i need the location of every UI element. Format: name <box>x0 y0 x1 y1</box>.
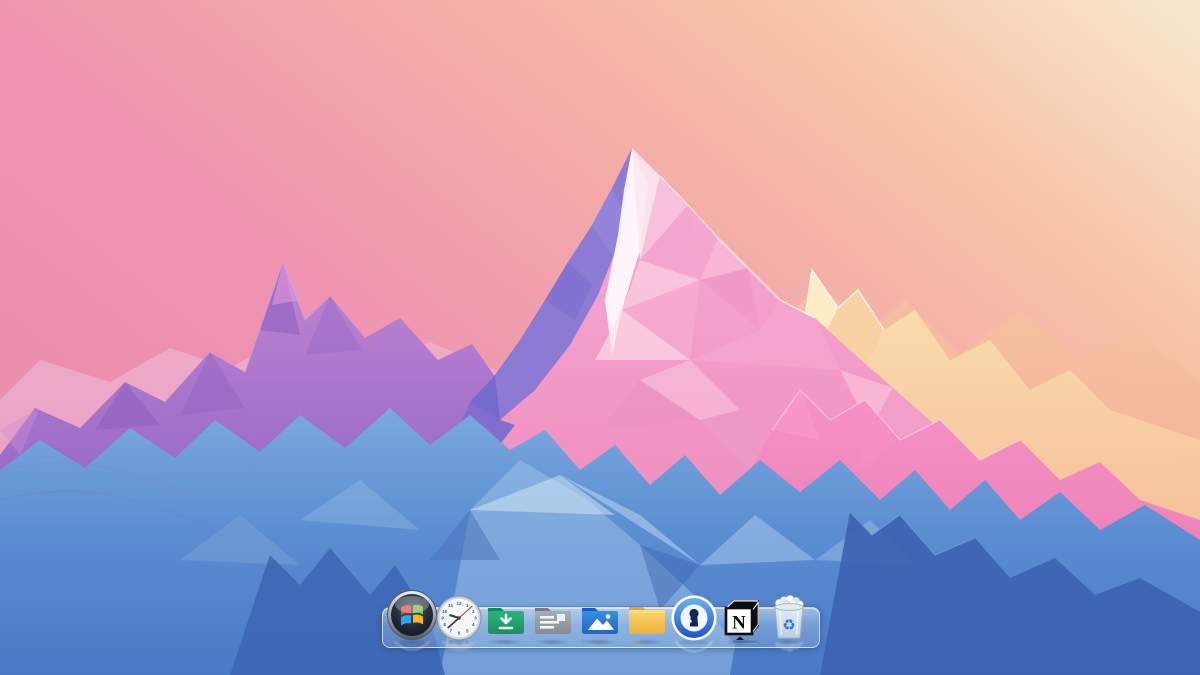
dock-item-folder[interactable] <box>624 587 671 641</box>
recycle-bin-full-icon: ♻ <box>769 594 809 641</box>
running-indicator <box>736 637 744 641</box>
svg-text:11: 11 <box>448 603 453 608</box>
svg-text:2: 2 <box>472 609 475 614</box>
svg-text:1: 1 <box>466 603 469 608</box>
notion-icon: N <box>718 591 764 641</box>
svg-text:9: 9 <box>441 616 444 621</box>
desktop: 12 12 345 678 9 1011 12 12 345 678 9 1011 <box>0 0 1200 675</box>
svg-text:8: 8 <box>443 622 446 627</box>
analog-clock-icon: 12 12 345 678 9 1011 <box>436 595 482 641</box>
svg-text:12: 12 <box>456 601 462 606</box>
dock-item-recycle-bin[interactable]: ♻ ♻ <box>765 587 812 641</box>
dock-item-windows-start[interactable] <box>388 587 435 641</box>
folder-icon <box>625 597 669 641</box>
1password-icon <box>671 595 717 641</box>
dock-item-clock[interactable]: 12 12 345 678 9 1011 12 12 345 678 9 1011 <box>435 587 482 641</box>
svg-text:6: 6 <box>457 631 460 636</box>
dock-item-documents[interactable] <box>529 587 576 641</box>
recycle-symbol: ♻ <box>782 616 795 634</box>
downloads-folder-icon <box>484 597 528 641</box>
svg-text:3: 3 <box>474 616 477 621</box>
dock-item-1password[interactable] <box>671 587 718 641</box>
documents-folder-icon <box>531 597 575 641</box>
svg-text:7: 7 <box>449 628 452 633</box>
dock-item-pictures[interactable] <box>577 587 624 641</box>
svg-text:4: 4 <box>472 622 475 627</box>
windows-logo-icon <box>386 589 438 641</box>
dock: 12 12 345 678 9 1011 12 12 345 678 9 1011 <box>388 587 812 641</box>
svg-text:N: N <box>733 613 747 634</box>
svg-text:10: 10 <box>442 609 448 614</box>
pictures-folder-icon <box>578 597 622 641</box>
dock-item-notion[interactable]: N N <box>718 587 765 641</box>
wallpaper-mountains <box>0 0 1200 675</box>
svg-text:5: 5 <box>466 628 469 633</box>
dock-item-downloads[interactable] <box>482 587 529 641</box>
